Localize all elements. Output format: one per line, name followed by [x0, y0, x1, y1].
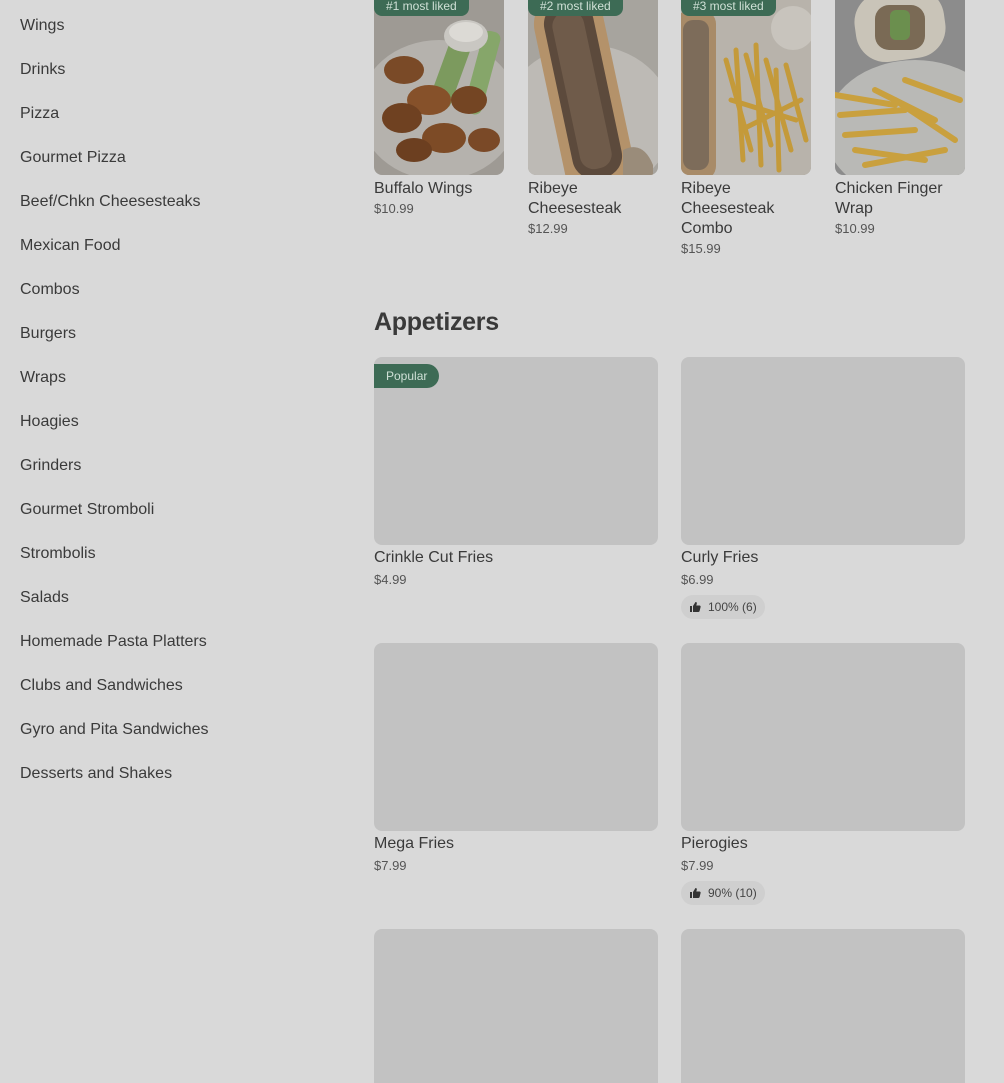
sidebar-item-drinks[interactable]: Drinks	[20, 44, 340, 88]
item-name: Ribeye Cheesesteak Combo	[681, 180, 775, 237]
item-image-placeholder	[681, 643, 965, 831]
sidebar-item-burgers[interactable]: Burgers	[20, 308, 340, 352]
store-menu-page: Wings Drinks Pizza Gourmet Pizza Beef/Ch…	[0, 0, 1004, 1083]
rating-text: 100% (6)	[708, 600, 757, 614]
most-liked-card-4[interactable]: Chicken Finger Wrap $10.99	[835, 0, 965, 236]
rating-badge: 90% (10)	[681, 881, 765, 905]
most-liked-badge: #2 most liked	[528, 0, 623, 16]
menu-item-pierogies[interactable]: Pierogies $7.99 90% (10)	[681, 643, 965, 905]
sidebar-item-wraps[interactable]: Wraps	[20, 352, 340, 396]
sidebar-item-pasta-platters[interactable]: Homemade Pasta Platters	[20, 616, 340, 660]
thumbs-up-icon	[690, 602, 701, 612]
item-name: Curly Fries	[681, 549, 759, 566]
buffalo-wings-image: #1 most liked	[374, 0, 504, 175]
menu-item-curly-fries[interactable]: Curly Fries $6.99 100% (6)	[681, 357, 965, 619]
item-image-placeholder	[374, 929, 658, 1083]
chicken-wrap-photo	[835, 0, 965, 175]
cheesesteak-photo	[528, 0, 658, 175]
buffalo-wings-photo	[374, 0, 504, 175]
most-liked-card-3[interactable]: #3 most liked Ribeye Cheesesteak Combo $…	[681, 0, 811, 256]
item-price: $15.99	[681, 241, 721, 256]
item-price: $10.99	[835, 221, 875, 236]
item-name: Ribeye Cheesesteak	[528, 180, 622, 217]
sidebar-item-combos[interactable]: Combos	[20, 264, 340, 308]
item-price: $6.99	[681, 572, 714, 587]
item-name: Crinkle Cut Fries	[374, 549, 494, 566]
most-liked-card-2[interactable]: #2 most liked Ribeye Cheesesteak $12.99	[528, 0, 658, 236]
item-price: $7.99	[681, 858, 714, 873]
item-price: $4.99	[374, 572, 407, 587]
sidebar-item-strombolis[interactable]: Strombolis	[20, 528, 340, 572]
item-name: Chicken Finger Wrap	[835, 180, 943, 217]
item-name: Pierogies	[681, 835, 748, 852]
item-image-placeholder	[681, 357, 965, 545]
chicken-wrap-image	[835, 0, 965, 175]
item-price: $10.99	[374, 201, 414, 216]
popular-badge: Popular	[374, 364, 440, 388]
rating-text: 90% (10)	[708, 886, 757, 900]
sidebar-item-hoagies[interactable]: Hoagies	[20, 396, 340, 440]
sidebar-item-cheesesteaks[interactable]: Beef/Chkn Cheesesteaks	[20, 176, 340, 220]
menu-item-mega-fries[interactable]: Mega Fries $7.99	[374, 643, 658, 873]
menu-item-crinkle-cut-fries[interactable]: Popular Crinkle Cut Fries $4.99	[374, 357, 658, 587]
sidebar-item-wings[interactable]: Wings	[20, 0, 340, 44]
most-liked-badge: #3 most liked	[681, 0, 776, 16]
sidebar-item-desserts-shakes[interactable]: Desserts and Shakes	[20, 748, 340, 792]
sidebar-item-pizza[interactable]: Pizza	[20, 88, 340, 132]
item-image-placeholder	[681, 929, 965, 1083]
sidebar-item-gourmet-stromboli[interactable]: Gourmet Stromboli	[20, 484, 340, 528]
sidebar-item-clubs-sandwiches[interactable]: Clubs and Sandwiches	[20, 660, 340, 704]
item-image-placeholder	[374, 643, 658, 831]
category-sidebar: Wings Drinks Pizza Gourmet Pizza Beef/Ch…	[20, 0, 340, 792]
section-title-appetizers: Appetizers	[374, 308, 499, 336]
cheesesteak-combo-photo	[681, 0, 811, 175]
item-name: Buffalo Wings	[374, 180, 473, 197]
menu-item-card[interactable]	[681, 929, 965, 1083]
item-image-placeholder: Popular	[374, 357, 658, 545]
sidebar-item-gourmet-pizza[interactable]: Gourmet Pizza	[20, 132, 340, 176]
sidebar-item-mexican-food[interactable]: Mexican Food	[20, 220, 340, 264]
item-price: $7.99	[374, 858, 407, 873]
sidebar-item-grinders[interactable]: Grinders	[20, 440, 340, 484]
sidebar-item-gyro-pita[interactable]: Gyro and Pita Sandwiches	[20, 704, 340, 748]
item-name: Mega Fries	[374, 835, 455, 852]
most-liked-badge: #1 most liked	[374, 0, 469, 16]
thumbs-up-icon	[690, 888, 701, 898]
cheesesteak-image: #2 most liked	[528, 0, 658, 175]
most-liked-card-1[interactable]: #1 most liked Buffalo Wings $10.99	[374, 0, 504, 216]
sidebar-item-salads[interactable]: Salads	[20, 572, 340, 616]
rating-badge: 100% (6)	[681, 595, 765, 619]
cheesesteak-combo-image: #3 most liked	[681, 0, 811, 175]
menu-item-card[interactable]	[374, 929, 658, 1083]
item-price: $12.99	[528, 221, 568, 236]
